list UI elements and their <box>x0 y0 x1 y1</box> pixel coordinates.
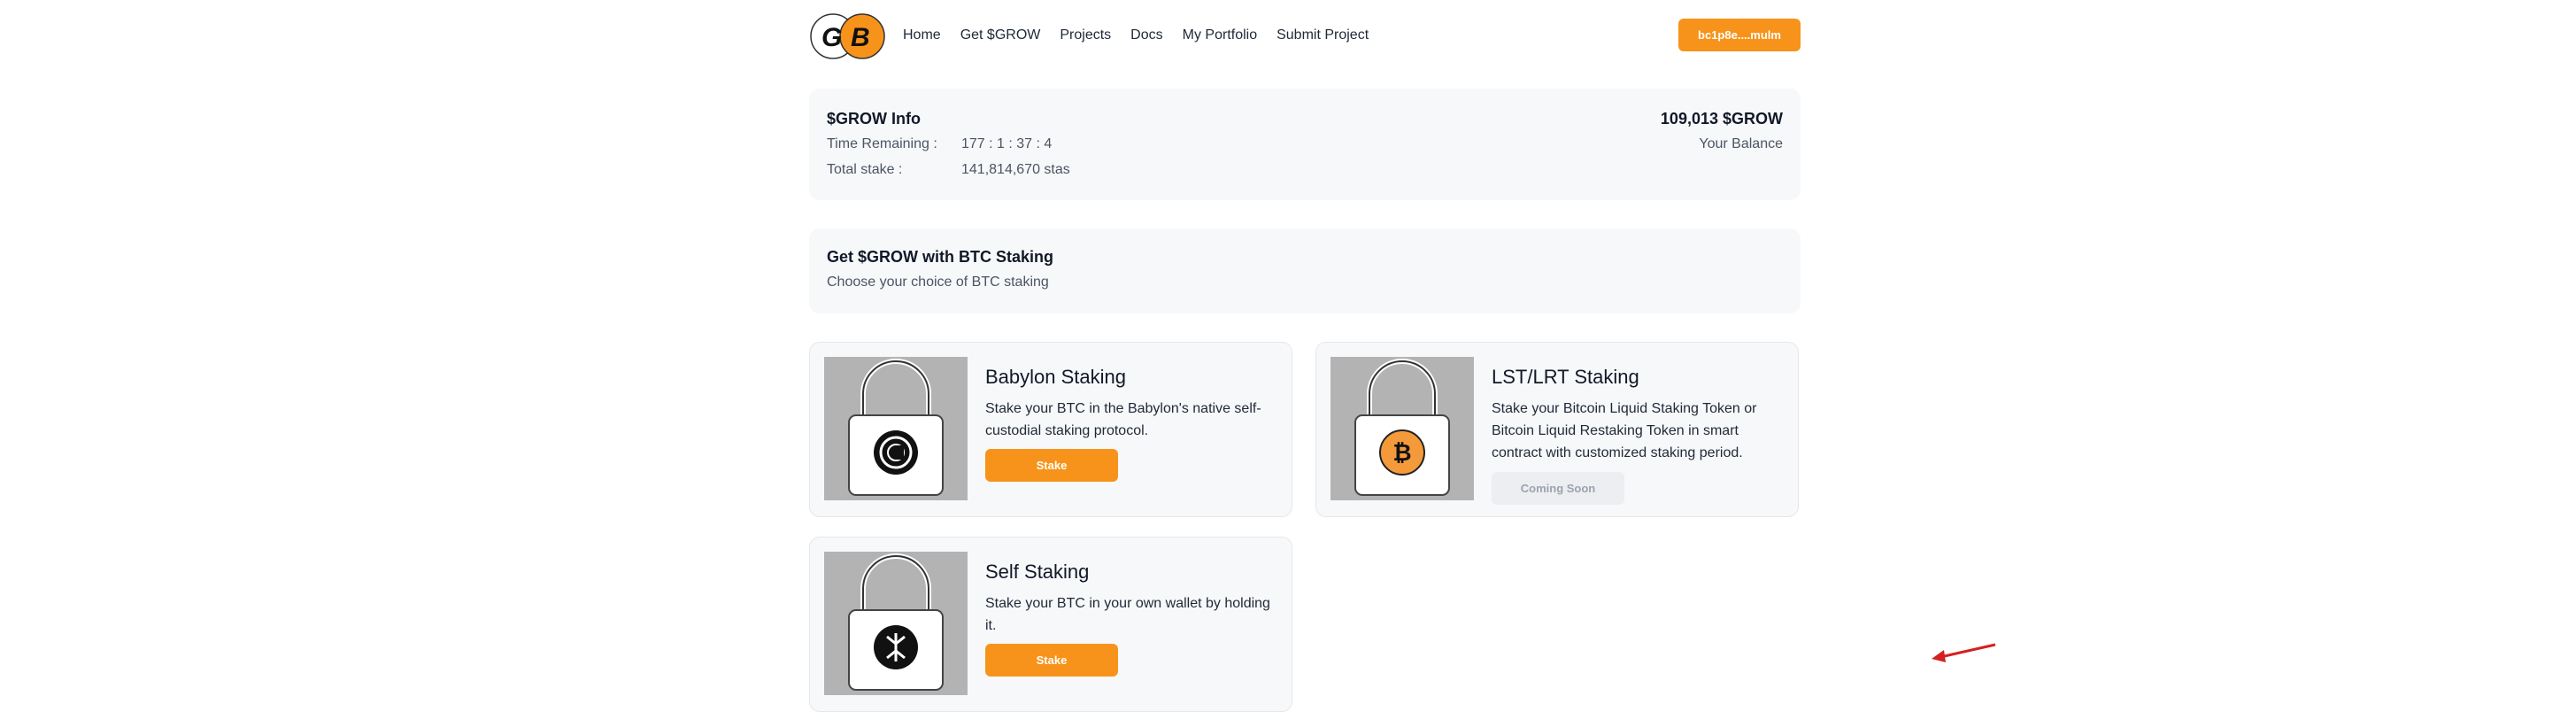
choose-title: Get $GROW with BTC Staking <box>827 248 1054 266</box>
babylon-icon <box>874 430 918 475</box>
svg-text:G: G <box>821 23 842 52</box>
lock-icon <box>848 359 944 496</box>
card-title: LST/LRT Staking <box>1492 366 1639 388</box>
total-stake-value: 141,814,670 stas <box>961 162 1070 177</box>
top-header: G B Home Get $GROW Projects Docs My Port… <box>809 7 1801 64</box>
nav-my-portfolio[interactable]: My Portfolio <box>1183 27 1257 44</box>
babylon-lock-image <box>824 357 968 500</box>
card-title: Self Staking <box>985 561 1090 583</box>
self-stake-button[interactable]: Stake <box>985 644 1118 677</box>
balance-label: Your Balance <box>1699 136 1783 151</box>
nav-home[interactable]: Home <box>903 27 941 44</box>
svg-text:₿: ₿ <box>1392 440 1411 467</box>
lock-icon <box>848 553 944 691</box>
logo[interactable]: G B <box>809 11 891 62</box>
bitcoin-icon: ₿ <box>1379 429 1425 476</box>
time-remaining-row: Time Remaining : 177 : 1 : 37 : 4 <box>827 136 1052 152</box>
main-nav: Home Get $GROW Projects Docs My Portfoli… <box>903 27 1388 44</box>
time-remaining-value: 177 : 1 : 37 : 4 <box>961 136 1053 151</box>
annotation-arrow-icon <box>1932 643 1996 662</box>
lst-lock-image: ₿ <box>1330 357 1474 500</box>
total-stake-row: Total stake : 141,814,670 stas <box>827 162 1070 178</box>
card-description: Stake your Bitcoin Liquid Staking Token … <box>1492 401 1757 460</box>
card-description: Stake your BTC in the Babylon's native s… <box>985 401 1261 438</box>
nav-get-grow[interactable]: Get $GROW <box>960 27 1041 44</box>
grow-info-panel: $GROW Info Time Remaining : 177 : 1 : 37 … <box>809 89 1801 200</box>
lock-icon: ₿ <box>1354 359 1450 496</box>
nav-submit-project[interactable]: Submit Project <box>1276 27 1369 44</box>
wallet-button[interactable]: bc1p8e....mulm <box>1678 19 1801 51</box>
self-stake-icon <box>874 625 918 669</box>
svg-text:B: B <box>851 23 870 52</box>
babylon-stake-button[interactable]: Stake <box>985 449 1118 482</box>
card-babylon-staking: Babylon Staking Stake your BTC in the Ba… <box>809 342 1292 517</box>
staking-choice-panel: Get $GROW with BTC Staking Choose your c… <box>809 228 1801 313</box>
card-title: Babylon Staking <box>985 366 1126 388</box>
balance-value: 109,013 $GROW <box>1660 110 1783 128</box>
choose-subtitle: Choose your choice of BTC staking <box>827 275 1049 290</box>
self-lock-image <box>824 552 968 695</box>
nav-docs[interactable]: Docs <box>1130 27 1162 44</box>
coming-soon-button: Coming Soon <box>1492 472 1624 505</box>
nav-projects[interactable]: Projects <box>1060 27 1111 44</box>
time-remaining-label: Time Remaining : <box>827 136 937 151</box>
card-description: Stake your BTC in your own wallet by hol… <box>985 596 1270 633</box>
total-stake-label: Total stake : <box>827 162 903 177</box>
card-lst-lrt-staking: ₿ LST/LRT Staking Stake your Bitcoin Liq… <box>1315 342 1799 517</box>
info-title: $GROW Info <box>827 110 921 128</box>
card-self-staking: Self Staking Stake your BTC in your own … <box>809 537 1292 712</box>
